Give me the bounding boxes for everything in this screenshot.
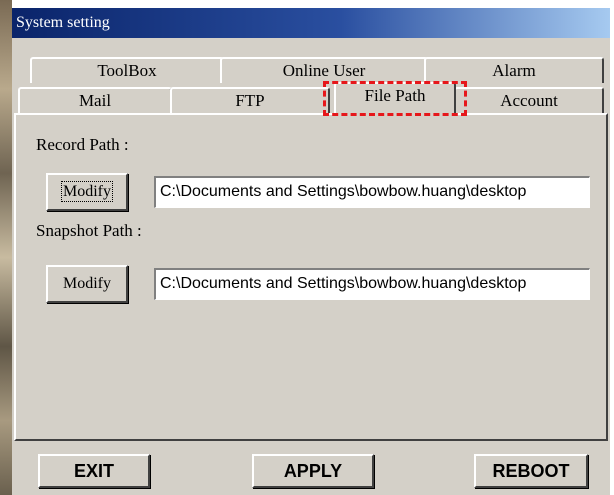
reboot-button-label: REBOOT	[492, 461, 570, 481]
snapshot-path-field[interactable]: C:\Documents and Settings\bowbow.huang\d…	[154, 268, 590, 300]
file-path-panel: Record Path : Modify C:\Documents and Se…	[14, 113, 608, 441]
background-photo-strip	[0, 0, 12, 495]
tab-mail[interactable]: Mail	[18, 87, 172, 113]
tab-alarm-label: Alarm	[492, 61, 536, 80]
snapshot-modify-button[interactable]: Modify	[46, 265, 128, 303]
tab-toolbox[interactable]: ToolBox	[30, 57, 224, 83]
tab-ftp-label: FTP	[235, 91, 265, 110]
apply-button-label: APPLY	[283, 461, 343, 481]
tab-file-path-label: File Path	[364, 86, 426, 105]
snapshot-path-label: Snapshot Path :	[36, 221, 142, 240]
tab-mail-label: Mail	[78, 91, 112, 110]
system-setting-window: System setting ToolBox Online User Alarm…	[12, 8, 610, 495]
record-modify-button-label: Modify	[61, 181, 113, 202]
exit-button-label: EXIT	[73, 461, 114, 481]
record-path-label: Record Path :	[36, 135, 129, 154]
record-modify-button[interactable]: Modify	[46, 173, 128, 211]
tab-ftp[interactable]: FTP	[170, 87, 330, 113]
tab-online-user-label: Online User	[282, 61, 366, 80]
window-title: System setting	[12, 8, 610, 38]
exit-button[interactable]: EXIT	[38, 454, 150, 488]
tab-alarm[interactable]: Alarm	[424, 57, 604, 83]
tab-account[interactable]: Account	[454, 87, 604, 113]
apply-button[interactable]: APPLY	[252, 454, 374, 488]
tab-file-path[interactable]: File Path	[323, 81, 467, 116]
tab-toolbox-label: ToolBox	[97, 61, 157, 80]
tab-account-label: Account	[500, 91, 558, 110]
record-path-field[interactable]: C:\Documents and Settings\bowbow.huang\d…	[154, 176, 590, 208]
reboot-button[interactable]: REBOOT	[474, 454, 588, 488]
snapshot-modify-button-label: Modify	[63, 275, 111, 292]
tab-online-user[interactable]: Online User	[220, 57, 428, 83]
